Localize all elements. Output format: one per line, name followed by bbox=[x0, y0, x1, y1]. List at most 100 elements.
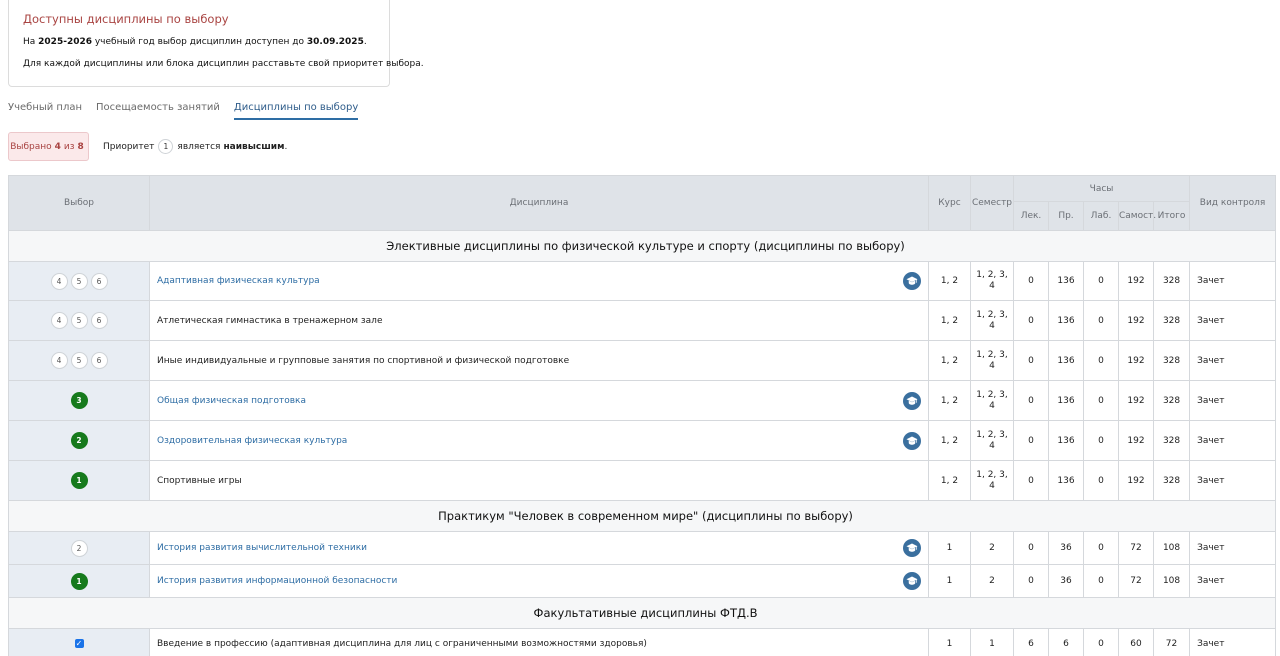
control-cell: Зачет bbox=[1189, 460, 1277, 501]
notice-instruction: Для каждой дисциплины или блока дисципли… bbox=[23, 59, 424, 69]
self-cell: 192 bbox=[1118, 420, 1154, 461]
choice-cell: 1 bbox=[8, 564, 150, 598]
semester-line: 4 bbox=[989, 440, 995, 451]
graduation-cap-shape bbox=[906, 396, 918, 405]
priority-option-button[interactable]: 6 bbox=[90, 312, 108, 329]
priority-note: Приоритет 1 является наивысшим. bbox=[103, 139, 287, 154]
graduation-cap-icon[interactable] bbox=[903, 572, 921, 590]
discipline-row: 2 Оздоровительная физическая культура 1,… bbox=[8, 420, 1277, 461]
total-cell: 328 bbox=[1152, 380, 1191, 421]
course-cell: 1 bbox=[928, 531, 971, 565]
priority-option-button[interactable]: 5 bbox=[70, 352, 88, 369]
discipline-cell: История развития информационной безопасн… bbox=[149, 564, 929, 598]
priority-option-button[interactable]: 4 bbox=[50, 312, 68, 329]
total-cell: 328 bbox=[1152, 300, 1191, 341]
discipline-cell: Введение в профессию (адаптивная дисципл… bbox=[149, 628, 929, 656]
self-cell: 192 bbox=[1118, 460, 1154, 501]
header-lec: Лек. bbox=[1013, 201, 1049, 231]
semester-cell: 1 bbox=[970, 628, 1014, 656]
group-title: Факультативные дисциплины ФТД.В bbox=[7, 597, 1277, 629]
course-cell: 1 bbox=[928, 564, 971, 598]
priority-option-button[interactable]: 2 bbox=[70, 539, 88, 557]
choice-cell: 456 bbox=[8, 300, 150, 341]
tab-study-plan[interactable]: Учебный план bbox=[8, 102, 82, 120]
choice-cell: 456 bbox=[8, 340, 150, 381]
header-total: Итого bbox=[1152, 201, 1191, 231]
discipline-name[interactable]: Адаптивная физическая культура bbox=[157, 276, 320, 286]
discipline-row: 456 Иные индивидуальные и групповые заня… bbox=[8, 340, 1277, 381]
priority-selected-badge[interactable]: 2 bbox=[70, 432, 88, 449]
tab-elective-disciplines[interactable]: Дисциплины по выбору bbox=[233, 102, 359, 120]
discipline-cell: Общая физическая подготовка bbox=[149, 380, 929, 421]
priority-option-button[interactable]: 6 bbox=[90, 352, 108, 369]
discipline-cell: История развития вычислительной техники bbox=[149, 531, 929, 565]
graduation-cap-shape bbox=[906, 436, 918, 445]
pr-cell: 6 bbox=[1048, 628, 1084, 656]
discipline-name[interactable]: История развития вычислительной техники bbox=[157, 543, 367, 553]
discipline-name[interactable]: Оздоровительная физическая культура bbox=[157, 436, 347, 446]
graduation-cap-icon[interactable] bbox=[903, 539, 921, 557]
semester-line: 4 bbox=[989, 320, 995, 331]
control-cell: Зачет bbox=[1189, 420, 1277, 461]
priority-selected-badge[interactable]: 1 bbox=[70, 472, 88, 489]
self-cell: 72 bbox=[1118, 531, 1154, 565]
priority-option-button[interactable]: 5 bbox=[70, 312, 88, 329]
graduation-cap-icon[interactable] bbox=[903, 272, 921, 290]
availability-notice: Доступны дисциплины по выбору На 2025-20… bbox=[8, 0, 424, 87]
header-discipline: Дисциплина bbox=[149, 175, 929, 231]
discipline-name[interactable]: История развития информационной безопасн… bbox=[157, 576, 397, 586]
lab-cell: 0 bbox=[1083, 300, 1119, 341]
course-cell: 1, 2 bbox=[928, 340, 971, 381]
include-checkbox[interactable]: ✓ bbox=[74, 639, 84, 648]
discipline-row: 1 Спортивные игры 1, 2 1, 2, 3, 4 0 136 0… bbox=[8, 460, 1277, 501]
priority-option-button[interactable]: 6 bbox=[90, 272, 108, 290]
discipline-cell: Атлетическая гимнастика в тренажерном за… bbox=[149, 300, 929, 341]
semester-line: 1 bbox=[989, 638, 995, 649]
discipline-row: 456 Атлетическая гимнастика в тренажерно… bbox=[8, 300, 1277, 341]
priority-option-button[interactable]: 5 bbox=[70, 272, 88, 290]
notice-title: Доступны дисциплины по выбору bbox=[23, 12, 229, 26]
semester-cell: 1, 2, 3, 4 bbox=[970, 300, 1014, 341]
pr-cell: 136 bbox=[1048, 340, 1084, 381]
graduation-cap-shape bbox=[906, 576, 918, 585]
pr-cell: 136 bbox=[1048, 261, 1084, 301]
course-cell: 1, 2 bbox=[928, 380, 971, 421]
choice-cell: ✓ bbox=[8, 628, 150, 656]
pr-cell: 36 bbox=[1048, 564, 1084, 598]
header-course: Курс bbox=[928, 175, 971, 231]
discipline-cell: Спортивные игры bbox=[149, 460, 929, 501]
discipline-cell: Иные индивидуальные и групповые занятия … bbox=[149, 340, 929, 381]
lab-cell: 0 bbox=[1083, 564, 1119, 598]
discipline-row: 456 Адаптивная физическая культура 1, 2 … bbox=[8, 261, 1277, 301]
header-choice: Выбор bbox=[8, 175, 150, 231]
discipline-name[interactable]: Общая физическая подготовка bbox=[157, 396, 306, 406]
course-cell: 1, 2 bbox=[928, 300, 971, 341]
total-cell: 328 bbox=[1152, 460, 1191, 501]
priority-selected-badge[interactable]: 3 bbox=[70, 392, 88, 409]
total-cell: 328 bbox=[1152, 340, 1191, 381]
lec-cell: 0 bbox=[1013, 531, 1049, 565]
semester-cell: 1, 2, 3, 4 bbox=[970, 420, 1014, 461]
discipline-row: 3 Общая физическая подготовка 1, 2 1, 2,… bbox=[8, 380, 1277, 421]
lec-cell: 0 bbox=[1013, 460, 1049, 501]
priority-option-button[interactable]: 4 bbox=[50, 272, 68, 290]
lab-cell: 0 bbox=[1083, 261, 1119, 301]
semester-cell: 2 bbox=[970, 564, 1014, 598]
semester-cell: 1, 2, 3, 4 bbox=[970, 460, 1014, 501]
self-cell: 192 bbox=[1118, 261, 1154, 301]
graduation-cap-icon[interactable] bbox=[903, 431, 921, 450]
tab-attendance[interactable]: Посещаемость занятий bbox=[96, 102, 220, 120]
control-cell: Зачет bbox=[1189, 300, 1277, 341]
discipline-name: Введение в профессию (адаптивная дисципл… bbox=[157, 639, 647, 649]
priority-option-button[interactable]: 4 bbox=[50, 352, 68, 369]
lab-cell: 0 bbox=[1083, 380, 1119, 421]
semester-cell: 1, 2, 3, 4 bbox=[970, 261, 1014, 301]
total-cell: 328 bbox=[1152, 420, 1191, 461]
graduation-cap-icon[interactable] bbox=[903, 391, 921, 410]
section-tabs: Учебный план Посещаемость занятий Дисцип… bbox=[8, 102, 359, 120]
discipline-cell: Адаптивная физическая культура bbox=[149, 261, 929, 301]
priority-selected-badge[interactable]: 1 bbox=[70, 572, 88, 590]
lec-cell: 0 bbox=[1013, 564, 1049, 598]
self-cell: 72 bbox=[1118, 564, 1154, 598]
control-cell: Зачет bbox=[1189, 628, 1277, 656]
